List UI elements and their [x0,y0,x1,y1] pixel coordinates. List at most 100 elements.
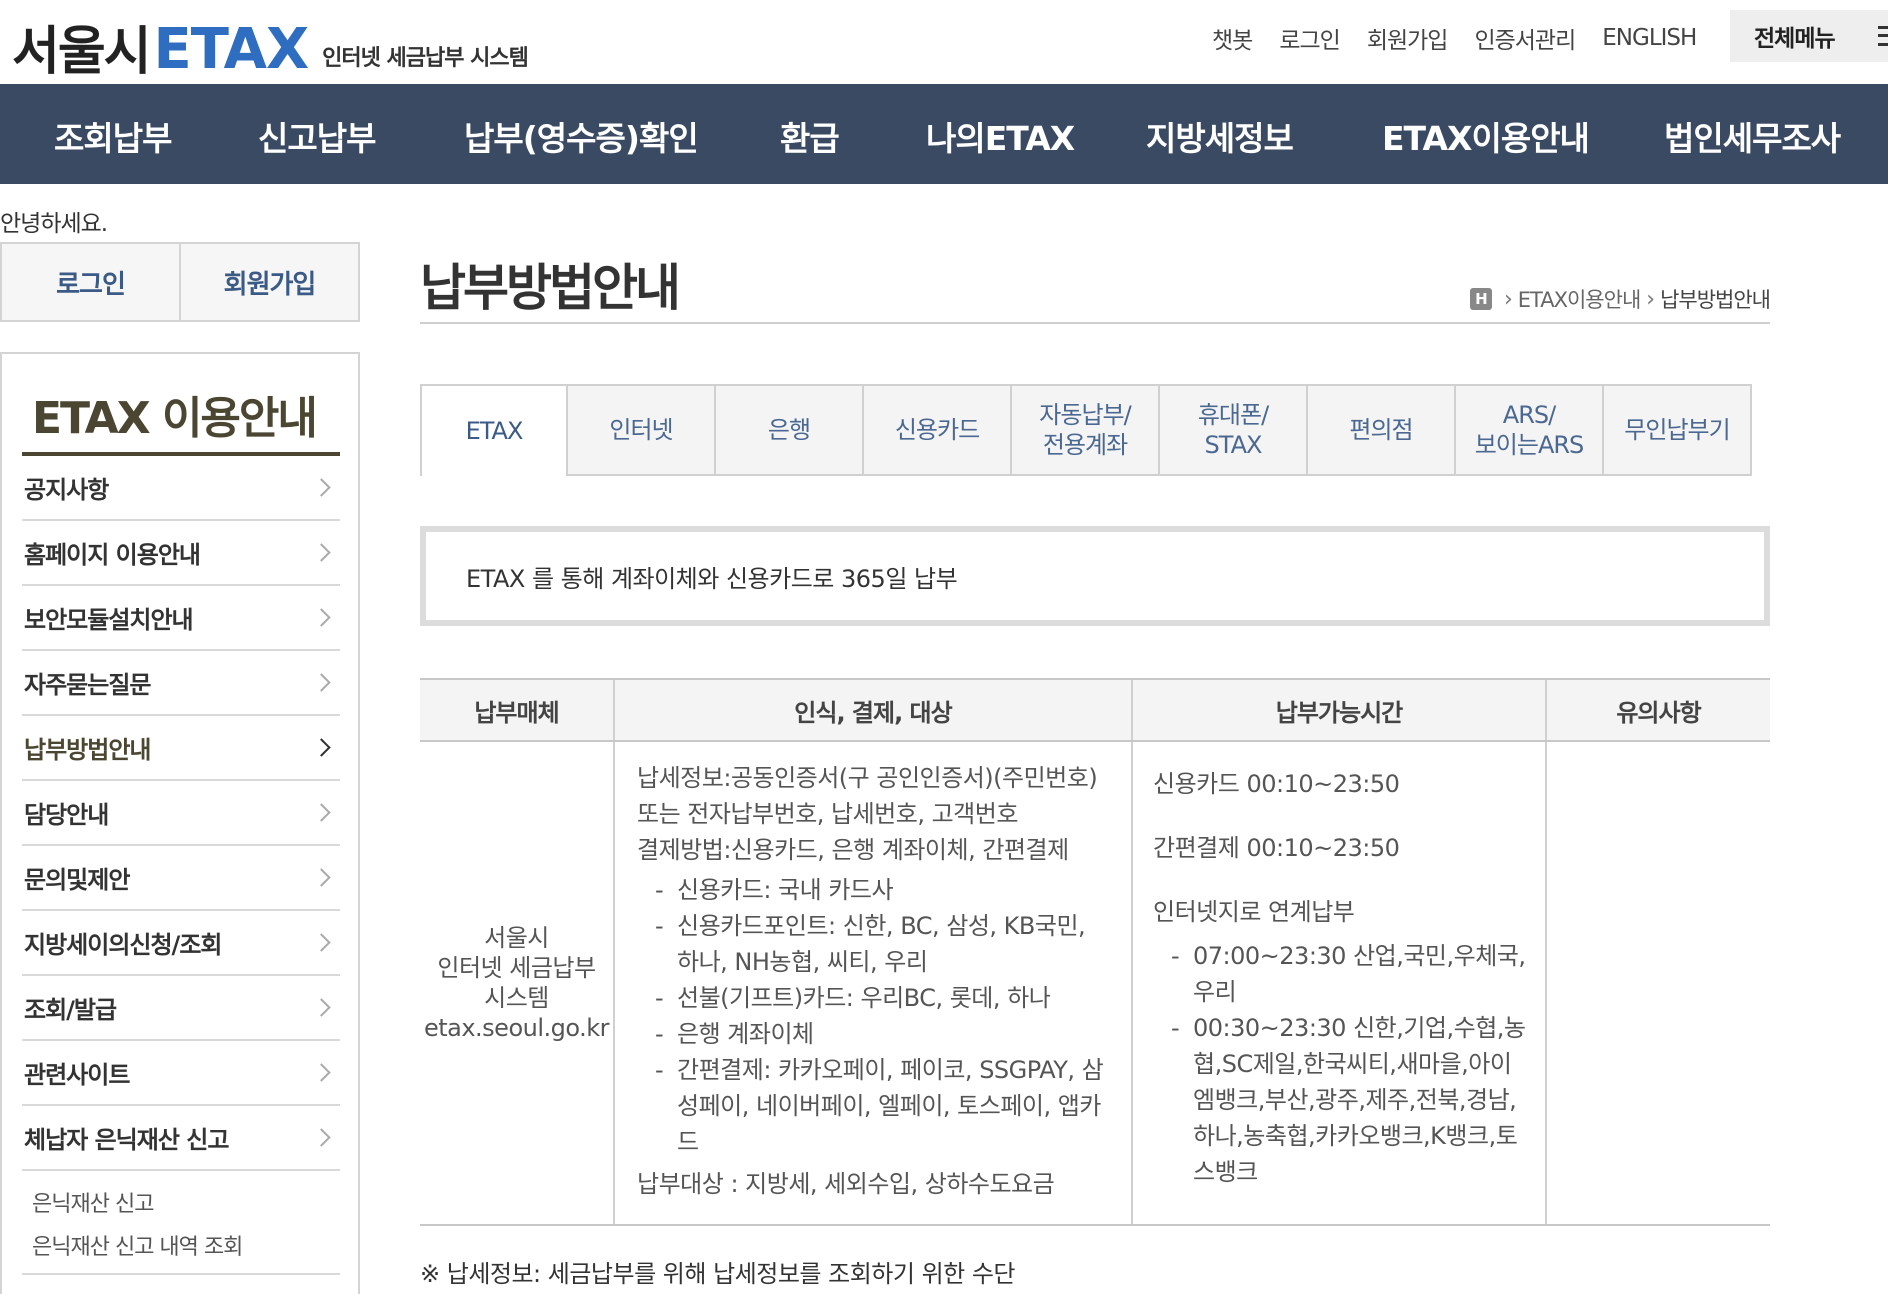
side-nav: ETAX 이용안내 공지사항 홈페이지 이용안내 보안모듈설치안내 자주묻는질문… [0,352,360,1294]
time-line: 신용카드 00:10~23:50 [1153,770,1400,798]
util-link-certificate[interactable]: 인증서관리 [1474,21,1576,55]
gnb-item-my-etax[interactable]: 나의ETAX [926,112,1075,160]
sidebar-submenu: 은닉재산 신고 은닉재산 신고 내역 조회 [22,1171,340,1275]
util-link-chatbot[interactable]: 챗봇 [1212,21,1253,55]
logo-etax-text: ETAX [153,17,310,82]
footnote: ※ 납세정보: 세금납부를 위해 납세정보를 조회하기 위한 수단 [420,1260,1016,1288]
utility-nav: 챗봇 로그인 회원가입 인증서관리 ENGLISH [1212,18,1723,58]
media-line: 시스템 [484,984,549,1012]
chevron-right-icon [312,1063,331,1082]
list-item: 신용카드포인트: 신한, BC, 삼성, KB국민, 하나, NH농협, 씨티,… [655,908,1113,980]
info-line: 또는 전자납부번호, 납세번호, 고객번호 [637,800,1018,828]
gnb-item-report-payment[interactable]: 신고납부 [258,112,376,160]
table-header-time: 납부가능시간 [1131,678,1546,742]
sidebar-item-label: 공지사항 [24,476,109,504]
note-cell [1545,741,1770,1226]
info-cell: 납세정보:공동인증서(구 공인인증서)(주민번호) 또는 전자납부번호, 납세번… [613,741,1132,1226]
list-item: 선불(기프트)카드: 우리BC, 롯데, 하나 [655,980,1113,1016]
logo-seoul-text: 서울시 [12,22,152,82]
sidebar-item-label: 납부방법안내 [24,736,151,764]
gnb-item-inquiry-payment[interactable]: 조회납부 [54,112,172,160]
table-header-note: 유의사항 [1545,678,1770,742]
chevron-right-icon [312,868,331,887]
sidebar-item-security-module[interactable]: 보안모듈설치안내 [22,586,340,651]
login-box: 로그인 회원가입 [0,242,360,322]
table-header-media: 납부매체 [420,678,614,742]
sidebar-item-contact-person[interactable]: 담당안내 [22,781,340,846]
tab-credit-card[interactable]: 신용카드 [864,384,1012,476]
tab-kiosk[interactable]: 무인납부기 [1604,384,1752,476]
util-link-english[interactable]: ENGLISH [1602,25,1697,51]
home-icon[interactable]: H [1469,288,1492,310]
info-line: 납부대상 : 지방세, 세외수입, 상하수도요금 [637,1170,1055,1198]
sidebar-item-label: 조회/발급 [24,996,117,1024]
sidebar-item-label: 체납자 은닉재산 신고 [24,1126,229,1154]
list-item: 신용카드: 국내 카드사 [655,872,1113,908]
login-button[interactable]: 로그인 [2,244,179,320]
gnb-item-corporate-audit[interactable]: 법인세무조사 [1664,112,1841,160]
sidebar-item-related-sites[interactable]: 관련사이트 [22,1041,340,1106]
chevron-right-icon [312,1128,331,1147]
info-line: 납세정보:공동인증서(구 공인인증서)(주민번호) [637,764,1098,792]
table-header-row: 납부매체 인식, 결제, 대상 납부가능시간 유의사항 [420,678,1770,742]
util-link-login[interactable]: 로그인 [1279,21,1340,55]
sidebar-item-label: 지방세이의신청/조회 [24,931,222,959]
sidebar-subitem-hidden-assets-history[interactable]: 은닉재산 신고 내역 조회 [32,1226,340,1269]
chevron-right-icon [312,673,331,692]
tab-auto-payment[interactable]: 자동납부/ 전용계좌 [1012,384,1160,476]
sidebar-item-inquiry-suggestion[interactable]: 문의및제안 [22,846,340,911]
time-line: 인터넷지로 연계납부 [1153,898,1355,926]
sidebar-item-label: 자주묻는질문 [24,671,151,699]
gnb-item-receipt-check[interactable]: 납부(영수증)확인 [464,112,699,160]
list-item: 07:00~23:30 산업,국민,우체국, 우리 [1171,938,1527,1010]
sidebar-item-notice[interactable]: 공지사항 [22,456,340,521]
payment-info-table: 납부매체 인식, 결제, 대상 납부가능시간 유의사항 서울시 인터넷 세금납부… [420,678,1770,1226]
all-menu-button[interactable]: 전체메뉴 [1730,10,1888,62]
title-divider [420,322,1770,324]
breadcrumb-item[interactable]: ETAX이용안내 [1518,284,1641,314]
chevron-right-icon [312,933,331,952]
breadcrumb: H › ETAX이용안내 › 납부방법안내 [1469,284,1771,314]
sidebar-item-label: 관련사이트 [24,1061,130,1089]
media-line: 인터넷 세금납부 [437,954,596,982]
sidebar-item-payment-method[interactable]: 납부방법안내 [22,716,340,781]
gnb-item-refund[interactable]: 환급 [780,112,840,160]
tab-etax[interactable]: ETAX [420,384,568,476]
info-line: 결제방법:신용카드, 은행 계좌이체, 간편결제 [637,836,1069,864]
top-header: 서울시 ETAX 인터넷 세금납부 시스템 챗봇 로그인 회원가입 인증서관리 … [0,0,1888,84]
time-list: 07:00~23:30 산업,국민,우체국, 우리 00:30~23:30 신한… [1153,938,1527,1190]
sidebar-item-label: 보안모듈설치안내 [24,606,194,634]
site-logo[interactable]: 서울시 ETAX 인터넷 세금납부 시스템 [12,8,529,82]
notice-box: ETAX 를 통해 계좌이체와 신용카드로 365일 납부 [420,526,1770,626]
tab-ars[interactable]: ARS/ 보이는ARS [1456,384,1604,476]
chevron-right-icon: › [1646,286,1655,312]
util-link-join[interactable]: 회원가입 [1367,21,1449,55]
notice-text: ETAX 를 통해 계좌이체와 신용카드로 365일 납부 [466,564,958,593]
sidebar-subitem-hidden-assets-report[interactable]: 은닉재산 신고 [32,1183,340,1226]
chevron-right-icon [312,803,331,822]
gnb-item-etax-guide[interactable]: ETAX이용안내 [1382,112,1590,160]
time-cell: 신용카드 00:10~23:50 간편결제 00:10~23:50 인터넷지로 … [1131,741,1546,1226]
info-list: 신용카드: 국내 카드사 신용카드포인트: 신한, BC, 삼성, KB국민, … [637,872,1113,1160]
chevron-right-icon [312,478,331,497]
sidebar-item-homepage-guide[interactable]: 홈페이지 이용안내 [22,521,340,586]
list-item: 간편결제: 카카오페이, 페이코, SSGPAY, 삼성페이, 네이버페이, 엘… [655,1052,1113,1160]
tab-convenience-store[interactable]: 편의점 [1308,384,1456,476]
table-header-info: 인식, 결제, 대상 [613,678,1132,742]
sidebar-item-inquiry-issue[interactable]: 조회/발급 [22,976,340,1041]
chevron-right-icon [312,738,331,757]
payment-method-tabs: ETAX 인터넷 은행 신용카드 자동납부/ 전용계좌 휴대폰/ STAX 편의… [420,384,1754,476]
tab-internet[interactable]: 인터넷 [568,384,716,476]
join-button[interactable]: 회원가입 [179,244,358,320]
chevron-right-icon [312,608,331,627]
all-menu-label: 전체메뉴 [1754,26,1836,52]
sidebar-item-hidden-assets[interactable]: 체납자 은닉재산 신고 [22,1106,340,1171]
gnb-item-local-tax-info[interactable]: 지방세정보 [1146,112,1294,160]
media-url: etax.seoul.go.kr [423,1014,610,1042]
sidebar-item-label: 담당안내 [24,801,109,829]
sidebar-item-objection[interactable]: 지방세이의신청/조회 [22,911,340,976]
tab-mobile-stax[interactable]: 휴대폰/ STAX [1160,384,1308,476]
list-item: 은행 계좌이체 [655,1016,1113,1052]
tab-bank[interactable]: 은행 [716,384,864,476]
sidebar-item-faq[interactable]: 자주묻는질문 [22,651,340,716]
